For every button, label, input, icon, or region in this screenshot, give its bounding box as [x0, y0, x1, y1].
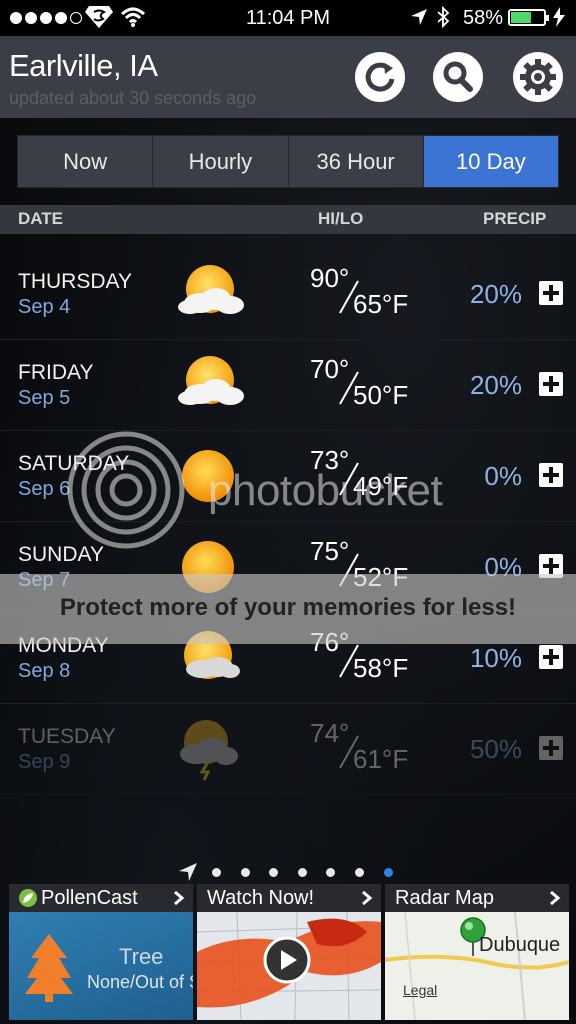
- thunderstorm-icon: [180, 720, 238, 781]
- chevron-right-icon: [174, 890, 185, 906]
- watch-now-title: Watch Now!: [197, 884, 381, 912]
- radar-map-thumbnail: [385, 912, 569, 1020]
- refresh-icon: [365, 62, 395, 92]
- expand-plus-icon[interactable]: [539, 463, 563, 487]
- page-dot: [241, 868, 250, 877]
- tab-10-day[interactable]: 10 Day: [423, 136, 558, 187]
- radar-map-body: Dubuque Legal: [385, 912, 569, 1020]
- forecast-date: Sep 5: [18, 387, 71, 409]
- tab-hourly[interactable]: Hourly: [153, 136, 289, 187]
- partly-cloudy-icon: [178, 356, 244, 405]
- charging-bolt-icon: [553, 7, 565, 27]
- map-place-label: Dubuque: [479, 934, 561, 956]
- forecast-row[interactable]: TUESDAY Sep 9 74° 61°F 50%: [0, 704, 576, 795]
- pollen-level: None/Out of S: [87, 972, 193, 992]
- refresh-button[interactable]: [355, 52, 405, 102]
- page-dot: [326, 868, 335, 877]
- forecast-low: 61°F: [353, 744, 409, 774]
- battery-icon: [508, 9, 549, 26]
- pollencast-body: Tree None/Out of S: [9, 912, 193, 1020]
- forecast-date: Sep 8: [18, 660, 71, 682]
- pollen-type: Tree: [119, 944, 164, 969]
- forecast-date: Sep 4: [18, 296, 71, 318]
- column-date: DATE: [18, 209, 64, 228]
- location-services-icon: [411, 9, 427, 25]
- storm-map-thumbnail: [197, 911, 381, 1020]
- forecast-low: 65°F: [353, 289, 409, 319]
- pollencast-card[interactable]: PollenCast Tree None/Out of S: [9, 884, 193, 1020]
- map-legal-link[interactable]: Legal: [403, 982, 437, 998]
- column-header: DATE HI/LO PRECIP: [0, 205, 576, 234]
- column-precip: PRECIP: [483, 209, 547, 228]
- tree-icon: [25, 934, 73, 1002]
- settings-button[interactable]: [513, 52, 563, 102]
- search-button[interactable]: [433, 52, 483, 102]
- leaf-icon: [19, 889, 37, 907]
- forecast-day: TUESDAY: [18, 725, 116, 748]
- location-arrow-icon: [179, 863, 197, 881]
- watch-now-card[interactable]: Watch Now!: [197, 884, 381, 1020]
- forecast-day: FRIDAY: [18, 361, 94, 384]
- forecast-precip: 20%: [469, 370, 522, 400]
- expand-plus-icon[interactable]: [539, 736, 563, 760]
- tab-now[interactable]: Now: [18, 136, 154, 187]
- radar-map-card[interactable]: Radar Map Dubuque Legal: [385, 884, 569, 1020]
- status-bar: 11:04 PM 58%: [0, 0, 576, 36]
- forecast-precip: 20%: [469, 279, 522, 309]
- forecast-precip: 50%: [469, 734, 522, 764]
- updated-timestamp: updated about 30 seconds ago: [9, 88, 257, 108]
- page-dot: [212, 868, 221, 877]
- expand-plus-icon[interactable]: [539, 281, 563, 305]
- forecast-date: Sep 9: [18, 751, 71, 773]
- app-header: Earlville, IA updated about 30 seconds a…: [0, 36, 576, 118]
- page-dot: [269, 868, 278, 877]
- watermark-brand: photobucket: [208, 466, 443, 515]
- chevron-right-icon: [362, 890, 373, 906]
- page-dot-active: [384, 868, 393, 877]
- forecast-tabs: Now Hourly 36 Hour 10 Day: [17, 135, 559, 188]
- column-hilo: HI/LO: [318, 209, 364, 228]
- watermark-logo-icon: [67, 431, 185, 549]
- watermark-banner: Protect more of your memories for less!: [0, 574, 576, 644]
- chevron-right-icon: [550, 890, 561, 906]
- forecast-precip: 10%: [469, 643, 522, 673]
- expand-plus-icon[interactable]: [539, 645, 563, 669]
- tab-36-hour[interactable]: 36 Hour: [289, 136, 424, 187]
- watermark-banner-text: Protect more of your memories for less!: [59, 594, 517, 621]
- gear-icon: [520, 59, 556, 95]
- partly-cloudy-icon: [178, 265, 244, 314]
- page-indicator[interactable]: [0, 860, 576, 884]
- forecast-row[interactable]: THURSDAY Sep 4 90° 65°F 20%: [0, 249, 576, 340]
- search-icon: [443, 61, 473, 92]
- forecast-precip: 0%: [484, 461, 522, 491]
- page-dot: [355, 868, 364, 877]
- battery-percent: 58%: [463, 7, 504, 29]
- forecast-row[interactable]: FRIDAY Sep 5 70° 50°F 20%: [0, 340, 576, 431]
- watch-now-video: [197, 911, 381, 1020]
- location-title[interactable]: Earlville, IA: [9, 48, 158, 84]
- forecast-low: 50°F: [353, 380, 409, 410]
- page-dot: [298, 868, 307, 877]
- radar-map-title: Radar Map: [385, 884, 569, 912]
- forecast-day: THURSDAY: [18, 270, 132, 293]
- expand-plus-icon[interactable]: [539, 372, 563, 396]
- forecast-date: Sep 6: [18, 478, 71, 500]
- forecast-low: 58°F: [353, 653, 409, 683]
- bluetooth-icon: [437, 6, 450, 28]
